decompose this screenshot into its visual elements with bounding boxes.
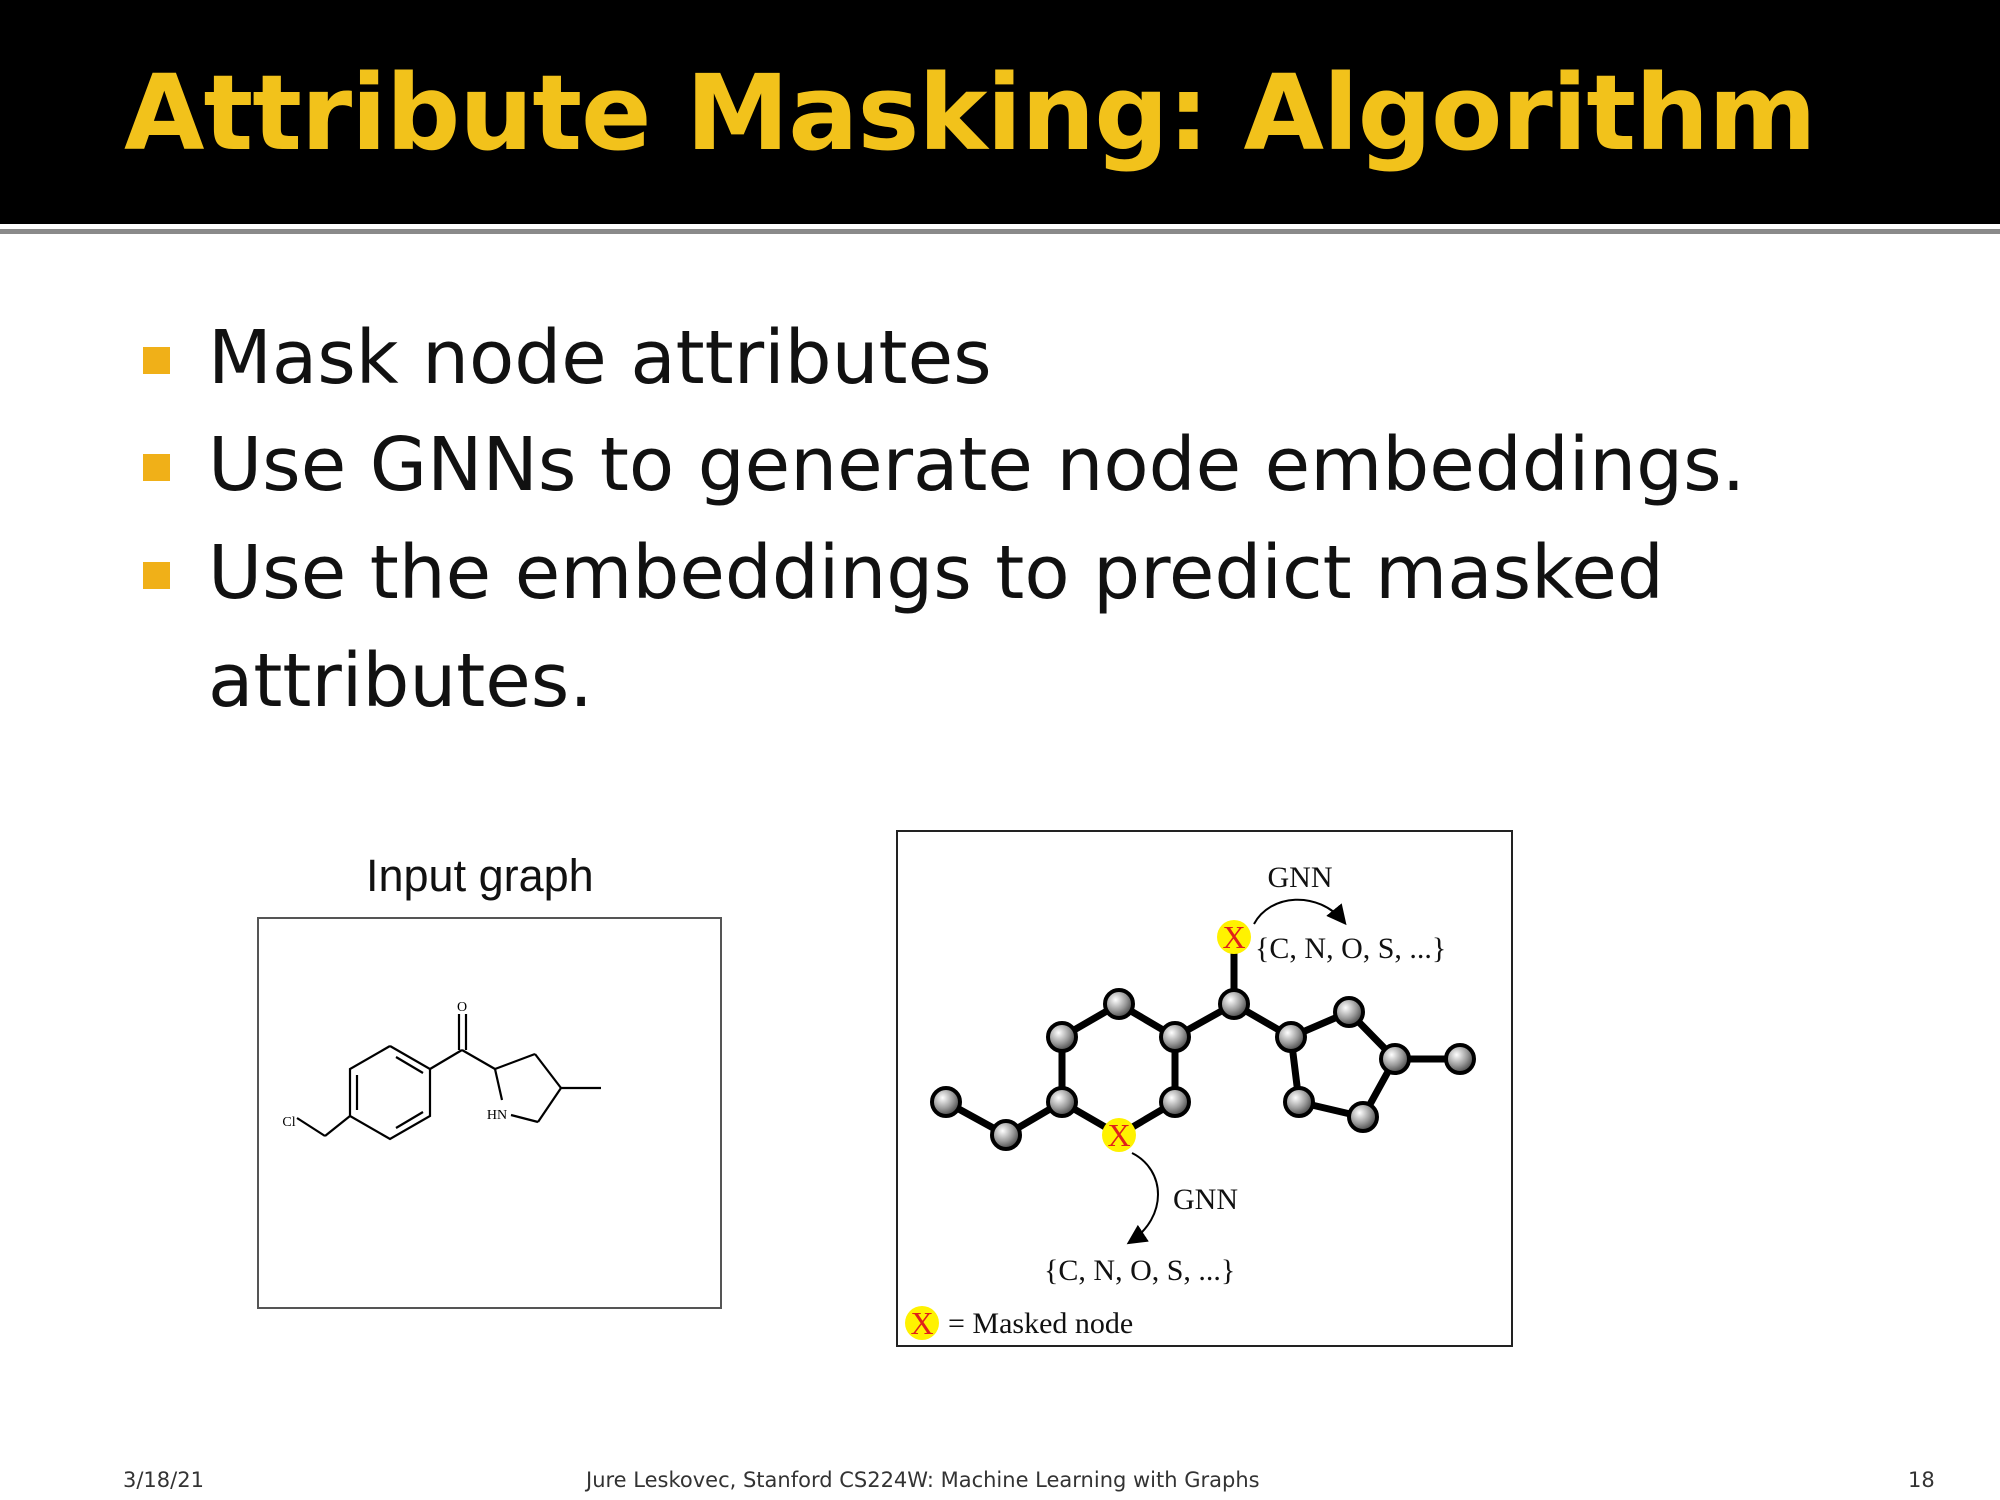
gnn-label-bottom: GNN — [1173, 1183, 1238, 1216]
atom-label-oxygen: O — [457, 1000, 467, 1015]
atom-label-chlorine: Cl — [282, 1115, 295, 1130]
bullet-marker-icon — [143, 562, 170, 589]
prediction-set-bottom: {C, N, O, S, ...} — [1044, 1254, 1235, 1287]
footer-date: 3/18/21 — [123, 1468, 204, 1492]
legend-text: = Masked node — [948, 1307, 1133, 1340]
input-graph-figure: O Cl HN — [257, 917, 722, 1309]
mask-x-icon: X — [1107, 1117, 1130, 1153]
bullet-marker-icon — [143, 454, 170, 481]
prediction-set-top: {C, N, O, S, ...} — [1255, 932, 1446, 965]
input-graph-title: Input graph — [366, 850, 594, 901]
masked-node-top: X — [1217, 919, 1251, 955]
footer-credit: Jure Leskovec, Stanford CS224W: Machine … — [586, 1468, 1260, 1492]
gnn-arrow-top-icon — [1253, 898, 1347, 926]
bullet-item: Use the embeddings to predict masked att… — [208, 530, 1664, 724]
footer-page-number: 18 — [1908, 1468, 1935, 1492]
atom-label-nitrogen: HN — [487, 1108, 507, 1123]
graph-nodes — [930, 988, 1476, 1151]
slide-title: Attribute Masking: Algorithm — [124, 52, 1817, 174]
legend-mask-x-icon: X — [910, 1305, 933, 1341]
masked-node-bottom: X — [1102, 1117, 1136, 1153]
bullet-item: Mask node attributes — [208, 315, 992, 401]
masking-figure: X X GNN {C, N, O, S, ...} GNN {C, N, O, … — [896, 830, 1513, 1347]
bullet-marker-icon — [143, 347, 170, 374]
mask-x-icon: X — [1222, 919, 1245, 955]
gnn-label-top: GNN — [1268, 861, 1333, 894]
masking-diagram: X X GNN {C, N, O, S, ...} GNN {C, N, O, … — [905, 861, 1476, 1341]
title-bar: Attribute Masking: Algorithm — [0, 0, 2000, 224]
bullet-item: Use GNNs to generate node embeddings. — [208, 422, 1746, 508]
legend: X = Masked node — [905, 1305, 1133, 1341]
title-divider-shadow — [0, 229, 2000, 234]
graph-edges — [942, 933, 1464, 1139]
molecule-diagram: O Cl HN — [282, 1000, 601, 1141]
gnn-arrow-bottom-icon — [1126, 1152, 1159, 1245]
